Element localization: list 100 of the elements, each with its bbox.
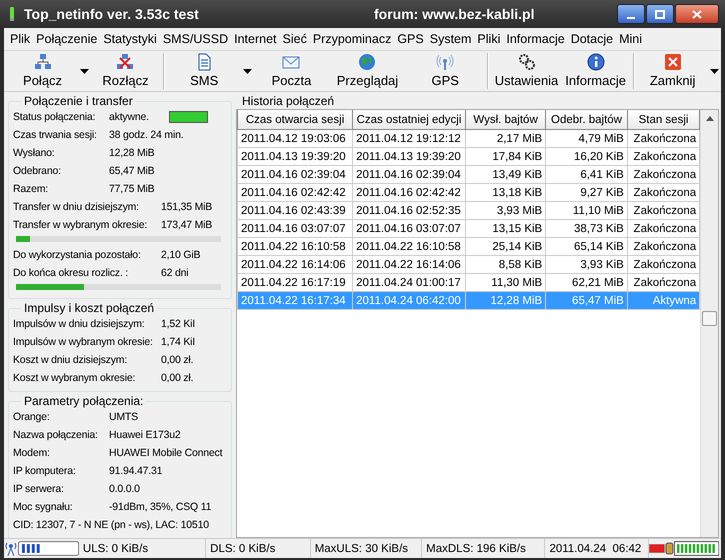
table-cell: 2011.04.16 02:42:42: [352, 184, 466, 202]
toolbar-button[interactable]: Przeglądaj: [328, 51, 406, 91]
info-icon: [586, 53, 605, 71]
table-cell: 2011.04.16 02:43:39: [238, 202, 353, 220]
network-cross-icon: [116, 53, 134, 71]
table-cell: 2011.04.22 16:10:58: [352, 238, 466, 256]
table-cell: 17,84 KiB: [465, 148, 546, 166]
table-cell: 2011.04.16 02:42:42: [238, 184, 353, 202]
maximize-button[interactable]: [646, 4, 674, 24]
field-value: 91.94.47.31: [109, 465, 162, 477]
menu-item[interactable]: Dotacje: [568, 32, 616, 46]
table-cell: Zakończona: [627, 220, 700, 238]
status-text: MaxDLS: 196 KiB/s: [422, 539, 546, 558]
close-icon: [664, 53, 682, 71]
table-cell: 2011.04.22 16:14:06: [352, 256, 466, 274]
menu-item[interactable]: Połączenie: [33, 32, 100, 46]
field-value: 38 godz. 24 min.: [109, 129, 184, 141]
table-cell: 13,49 KiB: [465, 166, 546, 184]
field-value: 0.0.0.0: [109, 483, 140, 495]
table-cell: 2011.04.16 03:07:07: [352, 220, 466, 238]
field-label: Do wykorzystania pozostało:: [13, 249, 142, 261]
scroll-thumb[interactable]: [702, 311, 718, 326]
table-cell: 2011.04.16 02:39:04: [352, 166, 466, 184]
table-cell: 2011.04.22 16:17:34: [238, 292, 353, 310]
toolbar-button[interactable]: Połącz: [8, 51, 78, 91]
menu-item[interactable]: Statystyki: [100, 32, 160, 46]
field-value: -91dBm, 35%, CSQ 11: [109, 501, 212, 513]
toolbar-button[interactable]: Ustawienia: [492, 51, 562, 91]
table-cell: 3,93 MiB: [465, 202, 546, 220]
table-cell: 25,14 KiB: [465, 238, 546, 256]
status-text: DLS: 0 KiB/s: [206, 539, 311, 558]
field-value: 1,52 KiI: [161, 318, 196, 330]
table-cell: 8,58 KiB: [465, 256, 546, 274]
menu-item[interactable]: Internet: [231, 32, 280, 46]
field-value: 77,75 MiB: [109, 183, 154, 195]
close-button[interactable]: [675, 4, 719, 24]
field-label: Transfer w wybranym okresie:: [13, 219, 148, 231]
toolbar-button[interactable]: SMS: [168, 51, 240, 91]
table-cell: 2011.04.16 02:39:04: [238, 166, 353, 184]
field-value: 1,74 KiI: [161, 336, 196, 348]
network-icon: [34, 53, 52, 71]
settings-icon: [518, 53, 536, 71]
toolbar-button[interactable]: Rozłącz: [90, 51, 160, 91]
menu-item[interactable]: Przypominacz: [310, 32, 394, 46]
group-title: Połączenie i transfer: [23, 94, 134, 108]
field-label: Nazwa połączenia:: [13, 429, 99, 441]
field-label: Modem:: [13, 447, 51, 459]
caret-icon: [242, 68, 252, 74]
menu-item[interactable]: Informacje: [503, 32, 568, 46]
column-header[interactable]: Odebr. bajtów: [546, 110, 628, 130]
table-cell: 13,15 KiB: [465, 220, 546, 238]
antenna-icon: [4, 541, 18, 556]
table-cell: 2011.04.12 19:12:12: [352, 130, 466, 148]
table-cell: 2011.04.22 16:14:06: [238, 256, 353, 274]
table-cell: Zakończona: [627, 130, 700, 148]
table-cell: 2011.04.13 19:39:20: [352, 148, 466, 166]
field-label: Do końca okresu rozlicz. :: [13, 267, 130, 279]
field-label: Impulsów w dniu dzisiejszym:: [13, 318, 146, 330]
field-value: 0,00 zł.: [161, 354, 194, 366]
column-header[interactable]: Wysł. bajtów: [465, 110, 546, 130]
minimize-button[interactable]: [617, 4, 645, 24]
field-label: Status połączenia:: [13, 111, 96, 123]
table-cell: Zakończona: [627, 202, 700, 220]
signal-meter-icon: [18, 541, 79, 556]
toolbar-button[interactable]: GPS: [406, 51, 484, 91]
table-cell: 2011.04.22 16:10:58: [238, 238, 353, 256]
field-label: Impulsów w wybranym okresie:: [13, 336, 154, 348]
table-cell: 65,47 MiB: [546, 292, 628, 310]
flag-icon: [649, 544, 665, 553]
field-label: Czas trwania sesji:: [13, 129, 98, 141]
menu-item[interactable]: Pliki: [474, 32, 504, 46]
menu-item[interactable]: System: [426, 32, 474, 46]
table-cell: 2011.04.13 19:39:20: [238, 148, 353, 166]
table-cell: 16,20 KiB: [546, 148, 628, 166]
column-header[interactable]: Czas ostatniej edycji: [352, 110, 466, 130]
menu-item[interactable]: Sieć: [280, 32, 310, 46]
field-value: 65,47 MiB: [109, 165, 154, 177]
caret-icon: [80, 68, 89, 74]
table-cell: 13,18 KiB: [465, 184, 546, 202]
menu-item[interactable]: SMS/USSD: [160, 32, 232, 46]
menu-item[interactable]: Mini: [616, 32, 646, 46]
table-cell: Aktywna: [627, 292, 700, 310]
group-title: Parametry połączenia:: [23, 394, 144, 408]
toolbar-button[interactable]: Zamknij: [638, 51, 708, 91]
field-value: aktywne.: [109, 111, 149, 123]
status-text: ULS: 0 KiB/s: [78, 539, 206, 558]
column-header[interactable]: Czas otwarcia sesji: [238, 110, 353, 130]
table-cell: 4,79 MiB: [546, 130, 628, 148]
table-cell: 6,41 KiB: [546, 166, 628, 184]
app-icon: [8, 6, 16, 22]
field-value: Huawei E173u2: [109, 429, 181, 441]
toolbar-button[interactable]: Poczta: [254, 51, 329, 91]
scrollbar[interactable]: [700, 110, 718, 537]
menu-item[interactable]: GPS: [394, 32, 427, 46]
table-cell: 2011.04.16 02:52:35: [352, 202, 466, 220]
toolbar-button[interactable]: Informacje: [561, 51, 630, 91]
column-header[interactable]: Stan sesji: [627, 110, 700, 130]
menu-item[interactable]: Plik: [7, 32, 34, 46]
field-value: 0,00 zł.: [161, 372, 194, 384]
field-value: 12,28 MiB: [109, 147, 154, 159]
